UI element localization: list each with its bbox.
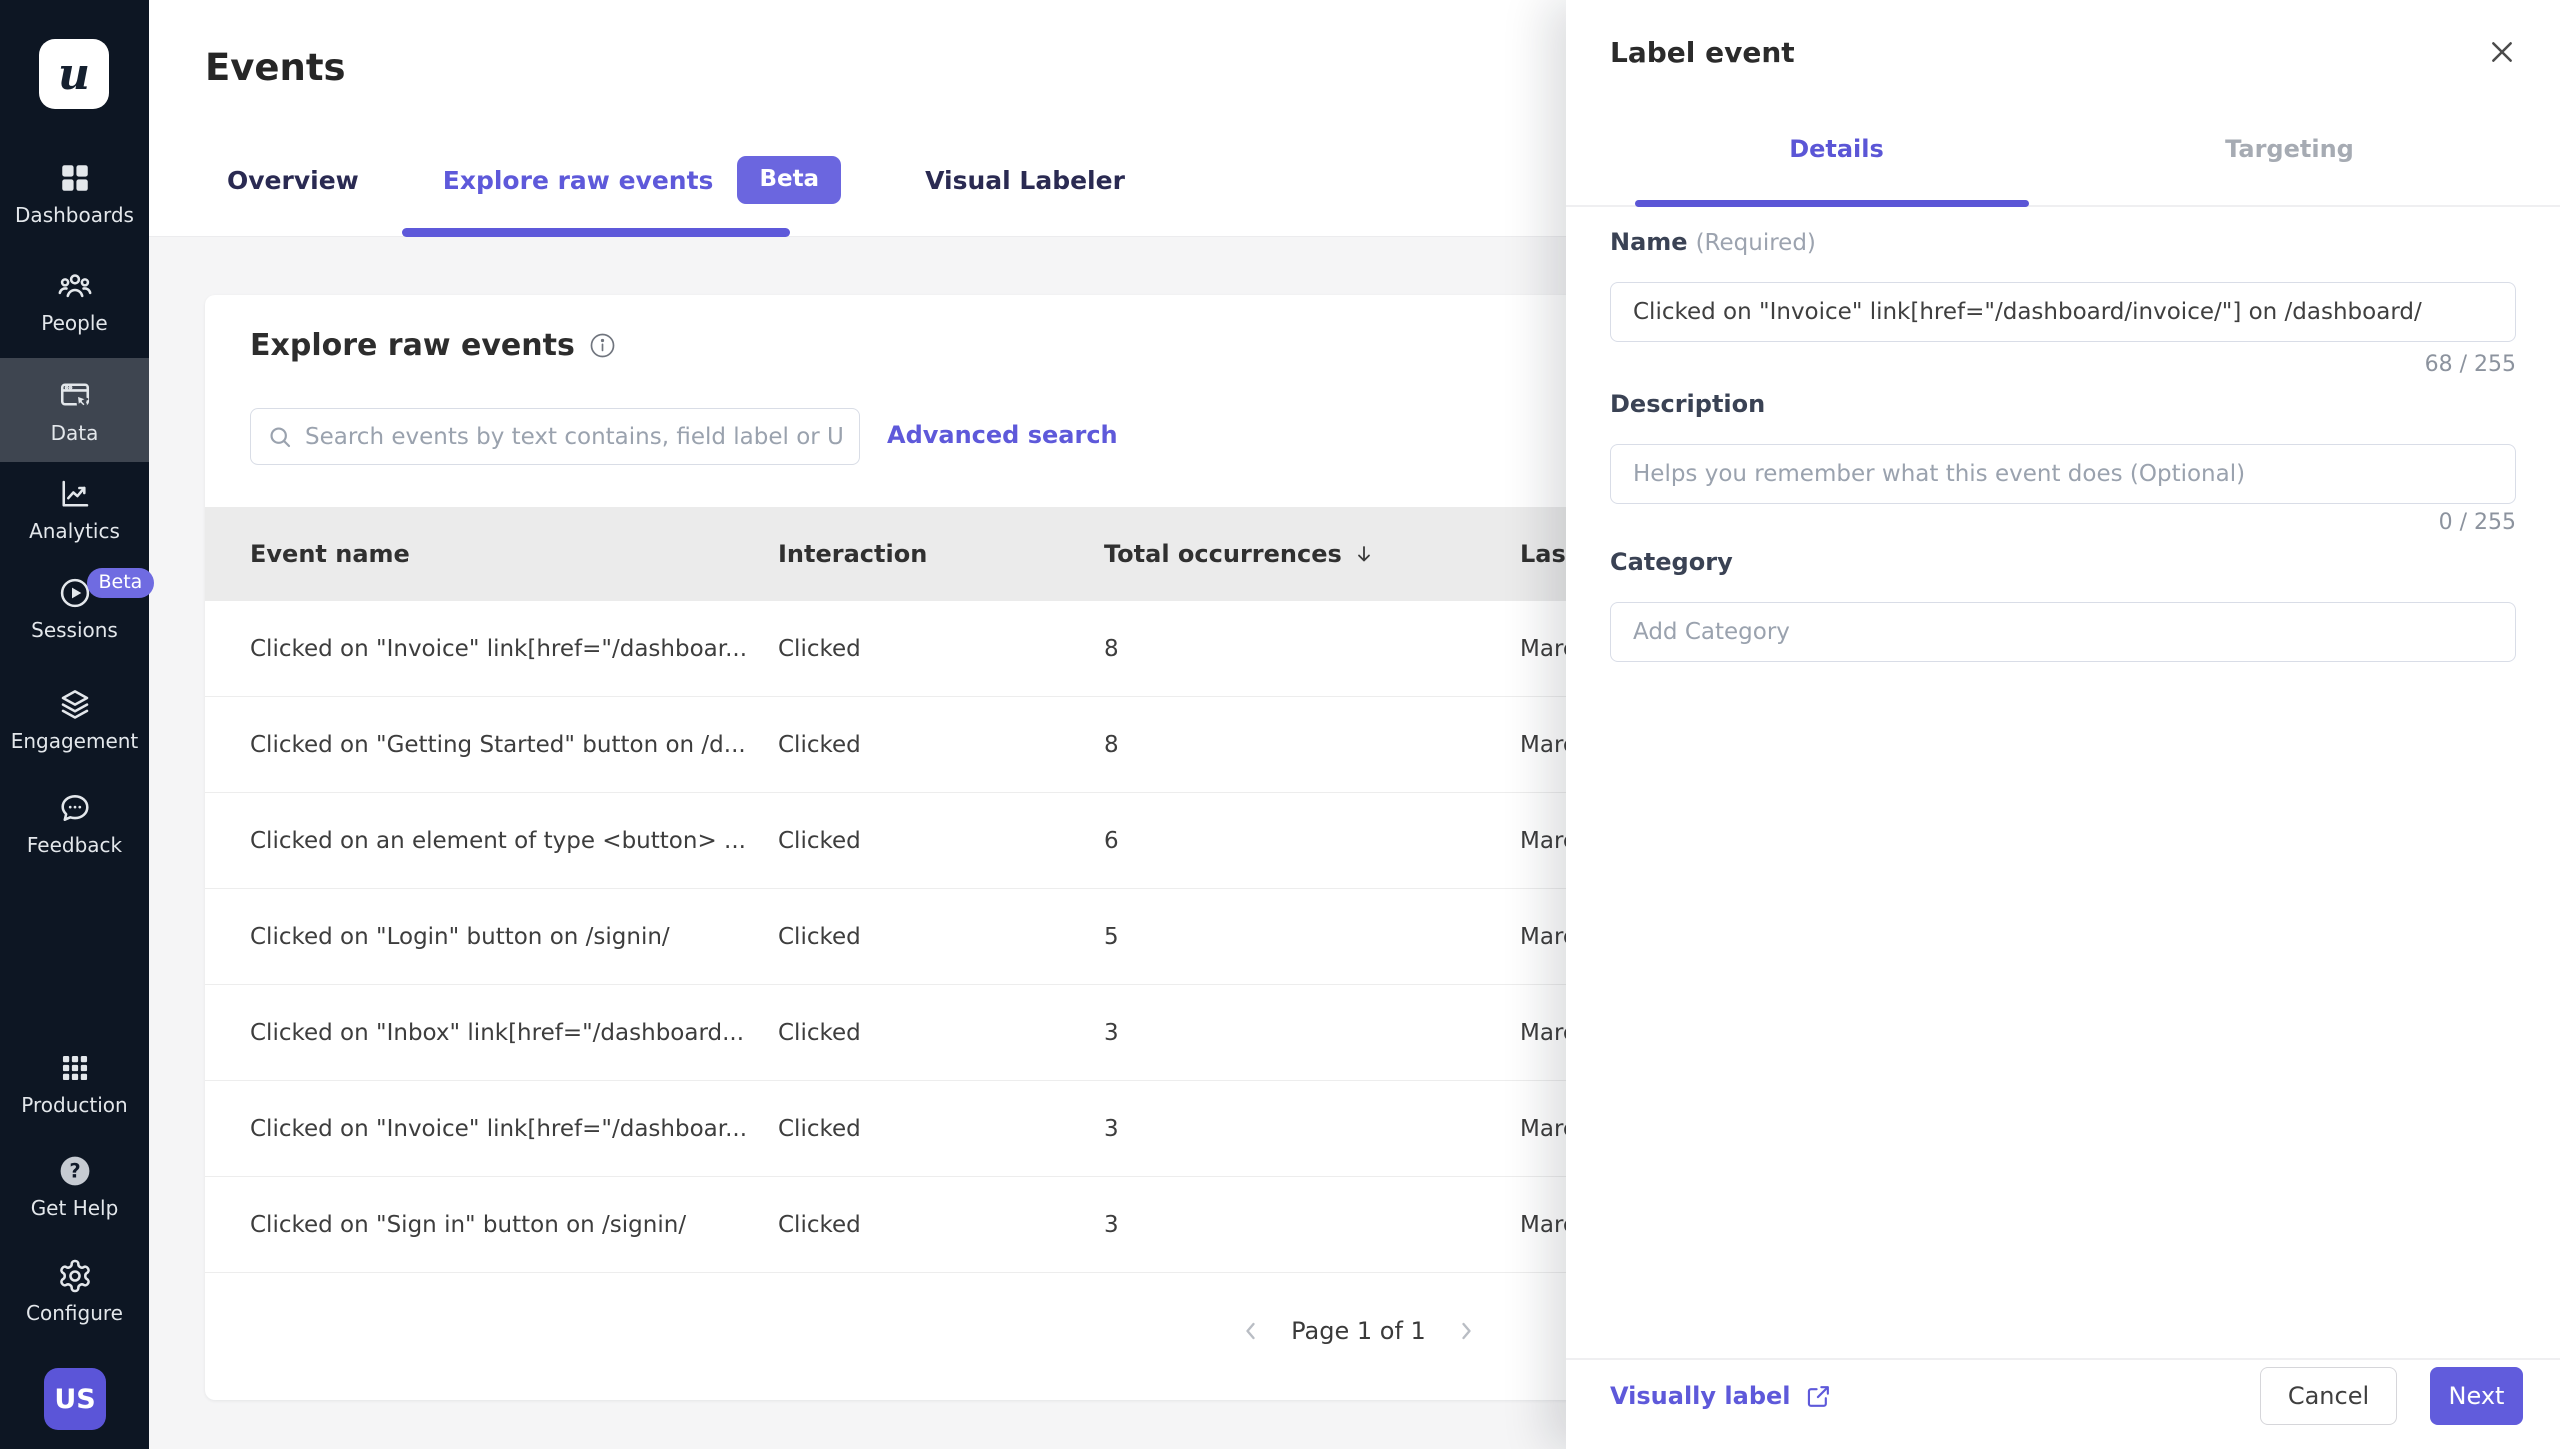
sidebar-item-data[interactable]: Data [0, 358, 149, 462]
help-icon: ? [57, 1153, 93, 1189]
tab-visual-labeler[interactable]: Visual Labeler [925, 166, 1125, 195]
advanced-search-link[interactable]: Advanced search [887, 421, 1118, 449]
analytics-icon [57, 476, 93, 512]
dashboards-icon [58, 160, 92, 196]
configure-icon [57, 1258, 93, 1294]
active-tab-indicator [402, 228, 790, 237]
name-label: Name(Required) [1610, 228, 1816, 256]
visually-label-link[interactable]: Visually label [1610, 1382, 1832, 1410]
name-input[interactable] [1610, 282, 2516, 342]
sidebar: u Dashboards People [0, 0, 149, 1449]
page-title: Events [205, 46, 346, 89]
sidebar-item-people[interactable]: People [0, 268, 149, 334]
sidebar-item-analytics[interactable]: Analytics [0, 476, 149, 542]
sessions-beta-badge: Beta [87, 568, 155, 598]
production-icon [58, 1050, 92, 1086]
category-input[interactable] [1610, 602, 2516, 662]
user-avatar[interactable]: US [44, 1368, 106, 1430]
label-event-panel: Label event Details Targeting Name(Requi… [1566, 0, 2560, 1449]
data-icon [57, 378, 93, 414]
cancel-button[interactable]: Cancel [2260, 1367, 2397, 1425]
userpilot-logo[interactable]: u [39, 39, 109, 109]
col-total-occurrences[interactable]: Total occurrences [1104, 540, 1520, 568]
next-page-icon[interactable] [1454, 1319, 1478, 1343]
external-link-icon [1805, 1383, 1832, 1410]
next-button[interactable]: Next [2430, 1367, 2523, 1425]
panel-active-tab-indicator [1635, 200, 2029, 207]
col-event-name: Event name [250, 540, 778, 568]
name-counter: 68 / 255 [2425, 352, 2516, 377]
sidebar-item-sessions[interactable]: Beta Sessions [0, 575, 149, 641]
category-label: Category [1610, 548, 1733, 576]
close-icon[interactable] [2484, 34, 2520, 70]
description-label: Description [1610, 390, 1765, 418]
col-interaction: Interaction [778, 540, 1104, 568]
people-icon [57, 268, 93, 304]
search-input[interactable] [305, 424, 843, 450]
beta-badge: Beta [737, 156, 841, 204]
description-counter: 0 / 255 [2439, 510, 2516, 535]
tab-overview[interactable]: Overview [227, 166, 359, 195]
svg-text:?: ? [69, 1160, 80, 1183]
sort-desc-icon [1352, 542, 1376, 566]
panel-title: Label event [1610, 36, 1795, 69]
logo-letter: u [58, 49, 90, 100]
panel-footer-divider [1566, 1358, 2560, 1360]
panel-tab-details[interactable]: Details [1610, 118, 2063, 180]
engagement-icon [57, 686, 93, 722]
sidebar-item-production[interactable]: Production [0, 1050, 149, 1116]
pagination-label: Page 1 of 1 [1291, 1317, 1426, 1345]
tab-explore-raw-events[interactable]: Explore raw events Beta [443, 156, 841, 204]
sidebar-item-get-help[interactable]: ? Get Help [0, 1153, 149, 1219]
sessions-icon: Beta [57, 575, 93, 611]
info-icon[interactable] [589, 332, 616, 359]
sidebar-item-dashboards[interactable]: Dashboards [0, 160, 149, 226]
prev-page-icon[interactable] [1239, 1319, 1263, 1343]
sidebar-item-engagement[interactable]: Engagement [0, 686, 149, 752]
search-icon [267, 424, 293, 450]
card-heading: Explore raw events [250, 328, 616, 363]
page-tabs: Overview Explore raw events Beta Visual … [227, 156, 1125, 204]
sidebar-item-feedback[interactable]: Feedback [0, 790, 149, 856]
panel-tabs: Details Targeting [1610, 118, 2516, 180]
search-box [250, 408, 860, 465]
sidebar-item-configure[interactable]: Configure [0, 1258, 149, 1324]
panel-tab-targeting[interactable]: Targeting [2063, 118, 2516, 180]
description-input[interactable] [1610, 444, 2516, 504]
feedback-icon [57, 790, 93, 826]
